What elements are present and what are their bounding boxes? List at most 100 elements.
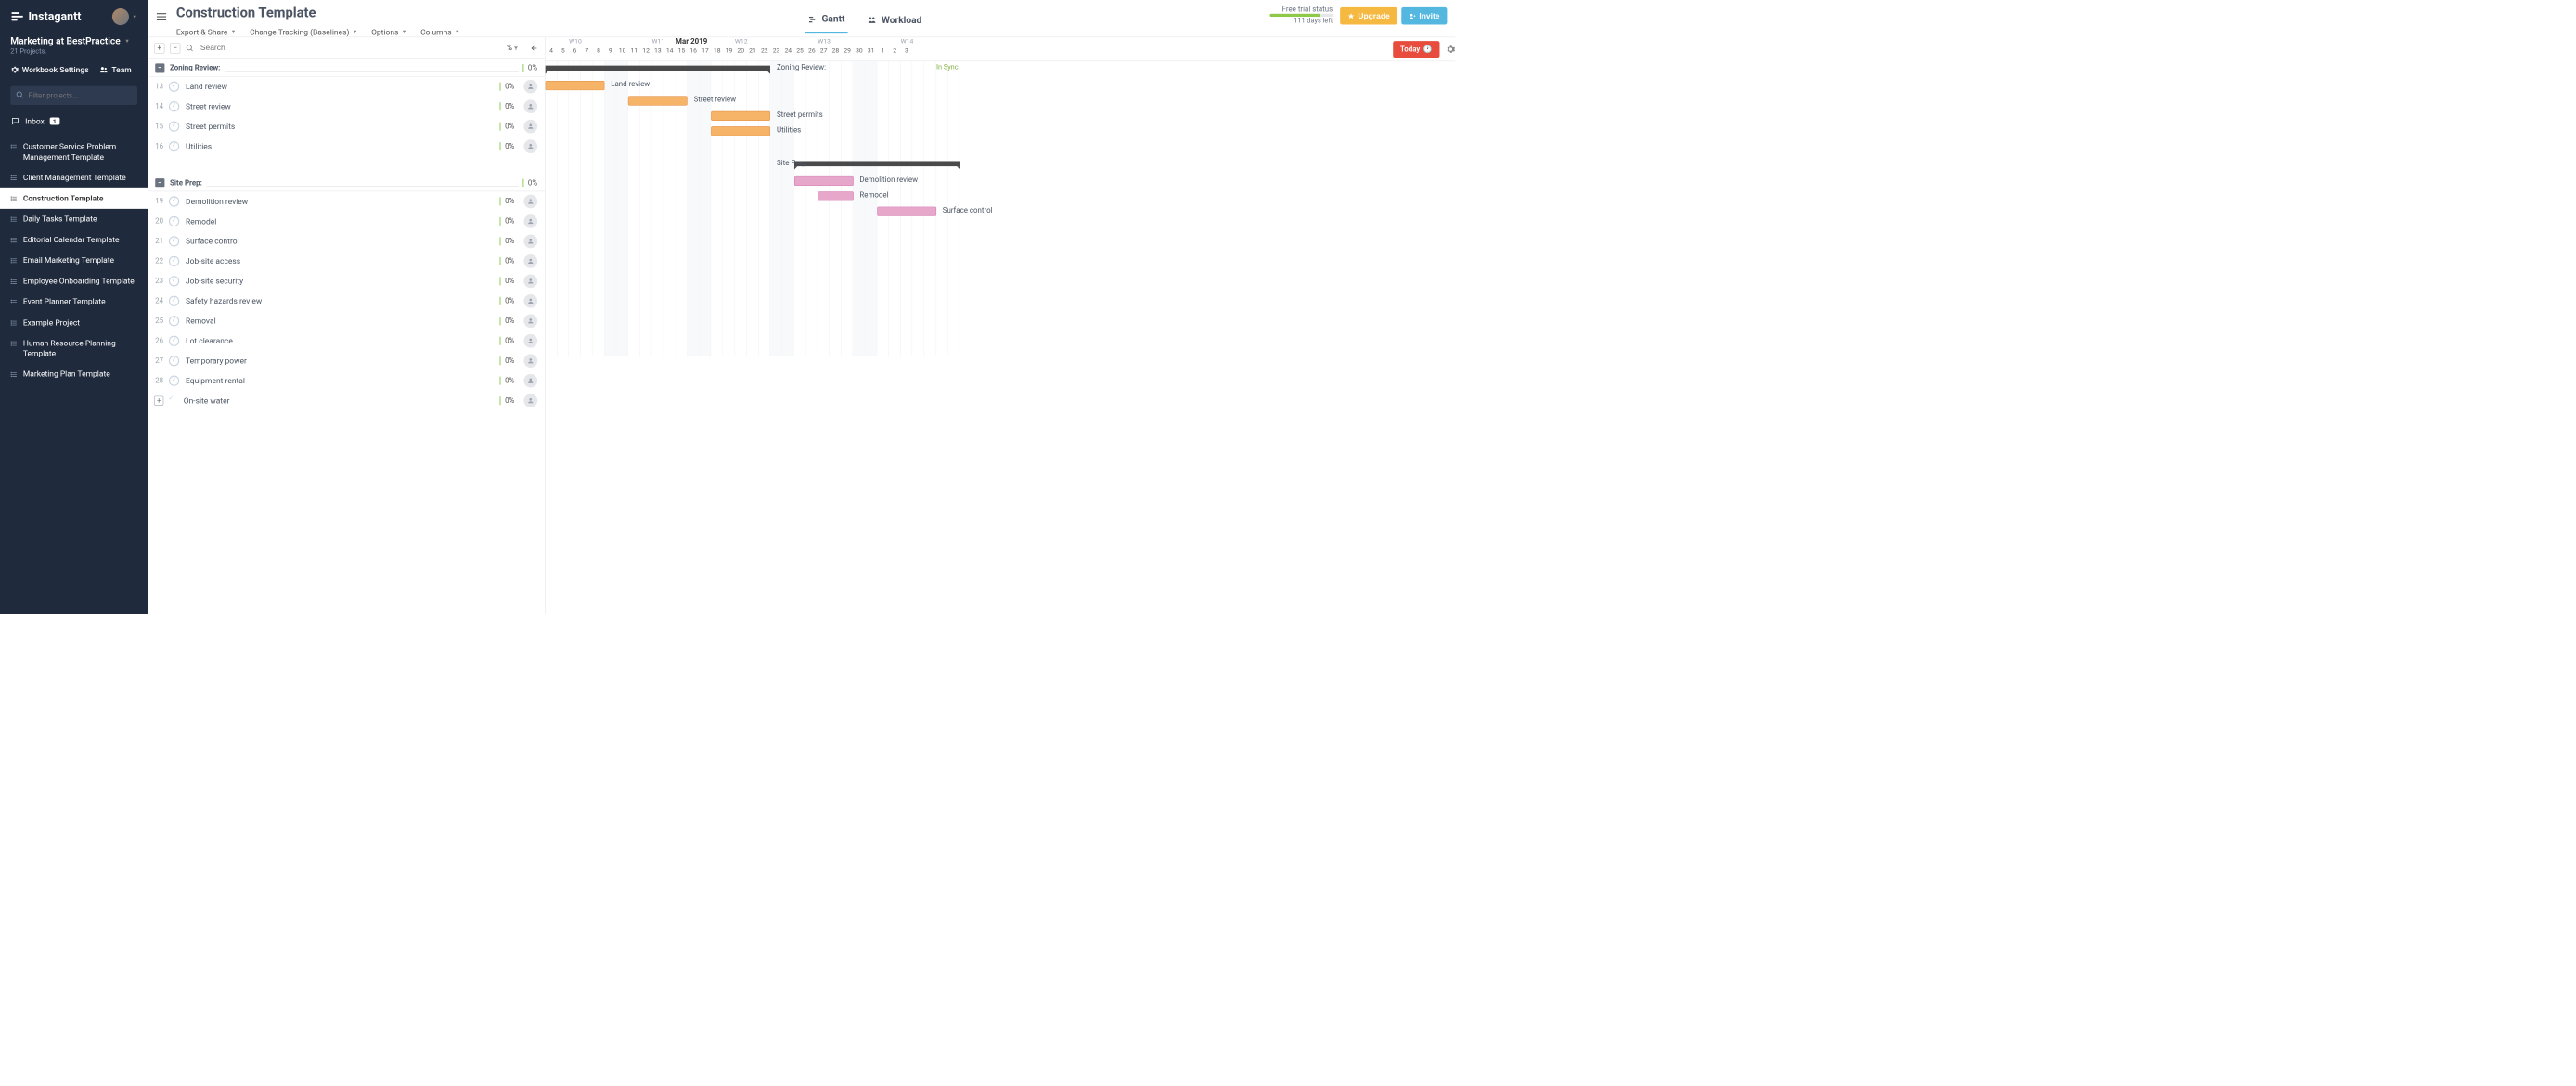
check-circle-icon[interactable] — [169, 376, 179, 386]
expand-all-button[interactable]: + — [154, 43, 164, 53]
assignee-avatar[interactable] — [523, 139, 537, 153]
check-circle-icon[interactable] — [169, 236, 179, 246]
check-circle-icon[interactable] — [169, 216, 179, 226]
task-row[interactable]: 24Safety hazards review0% — [148, 291, 545, 311]
sidebar-item-project[interactable]: Client Management Template — [0, 167, 148, 187]
sidebar-item-project[interactable]: Editorial Calendar Template — [0, 229, 148, 250]
sidebar-item-project[interactable]: Example Project — [0, 312, 148, 332]
task-row[interactable]: 27Temporary power0% — [148, 351, 545, 370]
menu-export[interactable]: Export & Share▼ — [176, 27, 237, 36]
sidebar-item-project[interactable]: Event Planner Template — [0, 291, 148, 312]
check-circle-icon[interactable] — [169, 316, 179, 326]
check-circle-icon[interactable] — [169, 82, 179, 92]
task-row[interactable]: 15Street permits0% — [148, 116, 545, 136]
upgrade-button[interactable]: Upgrade — [1340, 7, 1397, 25]
assignee-avatar[interactable] — [523, 334, 537, 348]
sidebar-item-project[interactable]: Email Marketing Template — [0, 251, 148, 271]
task-row[interactable]: 25Removal0% — [148, 311, 545, 330]
assignee-avatar[interactable] — [523, 274, 537, 288]
sidebar-item-project[interactable]: Construction Template — [0, 188, 148, 209]
check-circle-icon[interactable] — [169, 256, 179, 266]
group-bar[interactable] — [794, 161, 960, 166]
task-bar[interactable] — [711, 126, 770, 136]
task-row[interactable]: 20Remodel0% — [148, 212, 545, 231]
assignee-avatar[interactable] — [523, 120, 537, 134]
task-row[interactable]: 26Lot clearance0% — [148, 331, 545, 351]
back-arrow-icon[interactable] — [530, 44, 538, 52]
sidebar-item-project[interactable]: Customer Service Problem Management Temp… — [0, 136, 148, 167]
task-row[interactable]: 22Job-site access0% — [148, 252, 545, 271]
add-task-button[interactable]: + — [154, 396, 163, 406]
check-circle-icon[interactable] — [167, 395, 177, 406]
percent-filter[interactable]: % — [507, 44, 519, 52]
sidebar-item-project[interactable]: Human Resource Planning Template — [0, 333, 148, 364]
sidebar-item-project[interactable]: Marketing Plan Template — [0, 364, 148, 384]
task-bar[interactable] — [818, 191, 853, 200]
assignee-avatar[interactable] — [523, 394, 537, 407]
collapse-all-button[interactable]: − — [170, 43, 180, 53]
task-bar[interactable] — [794, 176, 854, 186]
invite-button[interactable]: Invite — [1401, 7, 1447, 25]
group-bar[interactable] — [546, 66, 771, 71]
assignee-avatar[interactable] — [523, 374, 537, 388]
sidebar-item-project[interactable]: Daily Tasks Template — [0, 209, 148, 229]
brand-logo[interactable]: Instagantt — [10, 10, 81, 24]
search-input[interactable] — [199, 42, 356, 55]
assignee-avatar[interactable] — [523, 314, 537, 328]
check-circle-icon[interactable] — [169, 196, 179, 206]
check-circle-icon[interactable] — [169, 276, 179, 286]
user-menu[interactable]: ▼ — [112, 8, 137, 25]
tab-workload[interactable]: Workload — [864, 8, 925, 33]
assignee-avatar[interactable] — [523, 99, 537, 113]
task-bar-label: Land review — [611, 80, 650, 88]
task-bar[interactable] — [877, 207, 936, 216]
workspace-switcher[interactable]: Marketing at BestPractice ▼ — [10, 35, 137, 46]
task-bar-label: Utilities — [777, 126, 801, 135]
task-row[interactable]: 19Demolition review0% — [148, 191, 545, 211]
inbox-link[interactable]: Inbox 1 — [0, 111, 148, 131]
menu-icon[interactable] — [155, 10, 168, 23]
task-row[interactable]: 13Land review0% — [148, 76, 545, 96]
check-circle-icon[interactable] — [169, 296, 179, 306]
assignee-avatar[interactable] — [523, 80, 537, 94]
filter-projects-input[interactable] — [10, 86, 137, 105]
group-header[interactable]: −Zoning Review:0% — [148, 59, 545, 77]
check-circle-icon[interactable] — [169, 356, 179, 366]
assignee-avatar[interactable] — [523, 254, 537, 268]
task-row[interactable]: 28Equipment rental0% — [148, 370, 545, 390]
user-icon — [527, 257, 535, 265]
check-circle-icon[interactable] — [169, 336, 179, 346]
menu-columns[interactable]: Columns▼ — [420, 27, 460, 36]
assignee-avatar[interactable] — [523, 214, 537, 228]
task-pct: 0% — [499, 102, 521, 110]
workbook-settings-link[interactable]: Workbook Settings — [10, 65, 88, 74]
check-circle-icon[interactable] — [169, 101, 179, 111]
collapse-icon[interactable]: − — [155, 178, 164, 187]
settings-icon[interactable] — [1446, 45, 1455, 54]
task-row[interactable]: 23Job-site security0% — [148, 271, 545, 291]
check-circle-icon[interactable] — [169, 122, 179, 132]
group-header[interactable]: −Site Prep:0% — [148, 175, 545, 192]
menu-tracking[interactable]: Change Tracking (Baselines)▼ — [250, 27, 357, 36]
sidebar-item-project[interactable]: Employee Onboarding Template — [0, 271, 148, 291]
menu-options[interactable]: Options▼ — [371, 27, 406, 36]
assignee-avatar[interactable] — [523, 195, 537, 209]
tab-gantt[interactable]: Gantt — [805, 8, 847, 33]
task-bar[interactable] — [546, 81, 605, 90]
list-icon — [10, 340, 18, 347]
collapse-icon[interactable]: − — [155, 63, 164, 72]
day-label: 2 — [889, 46, 901, 59]
task-row[interactable]: 21Surface control0% — [148, 231, 545, 251]
task-bar[interactable] — [628, 96, 688, 105]
team-link[interactable]: Team — [99, 65, 132, 74]
assignee-avatar[interactable] — [523, 294, 537, 308]
assignee-avatar[interactable] — [523, 354, 537, 368]
task-bar[interactable] — [711, 111, 770, 121]
task-row[interactable]: 14Street review0% — [148, 97, 545, 116]
task-row[interactable]: +On-site water0% — [148, 391, 545, 410]
today-button[interactable]: Today 🕐 — [1393, 41, 1439, 58]
assignee-avatar[interactable] — [523, 235, 537, 249]
task-number: 20 — [155, 217, 169, 226]
task-row[interactable]: 16Utilities0% — [148, 136, 545, 156]
check-circle-icon[interactable] — [169, 141, 179, 151]
